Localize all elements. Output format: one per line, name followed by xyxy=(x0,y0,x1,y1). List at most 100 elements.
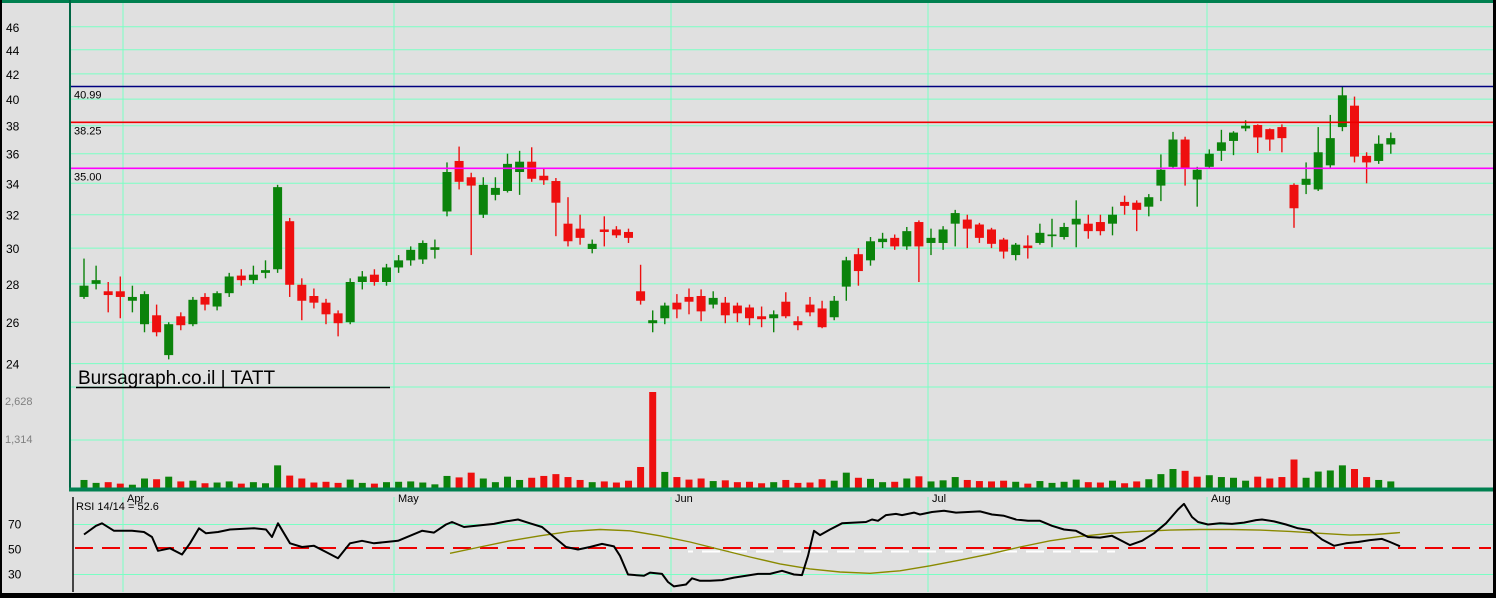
candle-body xyxy=(551,181,561,203)
candle-body xyxy=(333,313,343,324)
reference-line-label: 35.00 xyxy=(74,171,102,183)
volume-bar xyxy=(1036,481,1044,488)
candle-body xyxy=(563,223,573,242)
price-tick-label: 26 xyxy=(6,316,20,330)
candle-body xyxy=(285,221,295,285)
candle-body xyxy=(490,187,500,195)
candle-body xyxy=(394,260,404,268)
candle-body xyxy=(660,305,670,319)
volume-bar xyxy=(1363,477,1371,488)
chart-background xyxy=(0,0,1496,598)
candle-body xyxy=(841,260,851,287)
left-border xyxy=(0,0,2,598)
volume-bar xyxy=(1181,470,1189,488)
candle-body xyxy=(636,291,646,301)
candle-body xyxy=(1374,143,1384,161)
volume-bar xyxy=(746,481,753,488)
volume-bar xyxy=(189,480,197,488)
volume-bar xyxy=(141,478,148,488)
candle-body xyxy=(878,238,888,243)
rsi-indicator-label: RSI 14/14 = 52.6 xyxy=(76,501,159,513)
volume-bar xyxy=(298,478,306,488)
rsi-tick-label: 30 xyxy=(8,568,22,582)
candle-body xyxy=(950,213,960,224)
candle-body xyxy=(817,308,827,328)
volume-bar xyxy=(1060,481,1068,488)
volume-bar xyxy=(1314,471,1322,488)
candle-body xyxy=(1011,244,1021,256)
candle-body xyxy=(1168,139,1178,167)
candle-body xyxy=(1241,125,1251,129)
volume-bar xyxy=(1000,480,1008,488)
volume-bar xyxy=(576,479,584,488)
candle-body xyxy=(382,267,391,282)
candle-body xyxy=(248,274,258,281)
volume-bar xyxy=(1230,477,1237,488)
candle-body xyxy=(769,314,779,319)
price-tick-label: 40 xyxy=(6,93,20,107)
candle-body xyxy=(805,304,815,313)
volume-bar xyxy=(479,478,487,488)
volume-bar xyxy=(758,483,766,488)
volume-bar xyxy=(491,482,499,488)
price-tick-label: 28 xyxy=(6,278,20,292)
volume-bar xyxy=(395,481,403,488)
volume-bar xyxy=(1326,470,1334,488)
candle-body xyxy=(127,296,137,301)
volume-bar xyxy=(1375,479,1383,488)
volume-bar xyxy=(951,477,959,488)
candle-body xyxy=(938,229,948,243)
volume-bar xyxy=(806,482,814,488)
candle-body xyxy=(103,291,113,296)
volume-bar xyxy=(794,482,802,488)
candle-body xyxy=(720,302,730,316)
candle-body xyxy=(1253,125,1263,138)
volume-bar xyxy=(867,478,874,488)
candle-body xyxy=(418,242,428,260)
price-tick-label: 42 xyxy=(6,68,20,82)
volume-bar xyxy=(1278,477,1286,488)
volume-tick-label: 2,628 xyxy=(5,396,33,408)
volume-bar xyxy=(1157,474,1165,488)
candle-body xyxy=(212,293,222,307)
month-label: Aug xyxy=(1211,493,1231,505)
month-label: May xyxy=(398,493,419,505)
price-tick-label: 46 xyxy=(6,21,20,35)
volume-bar xyxy=(649,391,657,488)
volume-bar xyxy=(80,479,88,488)
candle-body xyxy=(188,299,198,325)
volume-bar xyxy=(552,474,560,488)
volume-bar xyxy=(383,482,390,488)
price-tick-label: 34 xyxy=(6,177,20,191)
candle-body xyxy=(575,228,585,238)
candle-body xyxy=(115,291,125,297)
volume-bar xyxy=(358,482,366,488)
volume-bar xyxy=(1072,479,1080,488)
reference-line-label: 38.25 xyxy=(74,125,102,137)
volume-bar xyxy=(685,479,693,488)
volume-bar xyxy=(1012,481,1020,488)
volume-bar xyxy=(467,472,475,488)
candle-body xyxy=(1265,129,1275,140)
candle-body xyxy=(974,224,984,238)
volume-bar xyxy=(225,481,233,488)
volume-bar xyxy=(116,483,124,488)
candle-body xyxy=(164,324,174,356)
volume-bar xyxy=(1048,482,1056,488)
volume-bar xyxy=(407,481,415,488)
volume-bar xyxy=(431,484,439,488)
volume-bar xyxy=(201,483,209,488)
candle-body xyxy=(1301,178,1311,185)
volume-tick-label: 1,314 xyxy=(5,434,33,446)
candle-body xyxy=(454,160,464,182)
price-tick-label: 44 xyxy=(6,44,20,58)
candle-body xyxy=(745,307,754,319)
candle-body xyxy=(1108,214,1117,224)
candle-body xyxy=(829,300,839,318)
volume-bar xyxy=(104,482,112,488)
candle-body xyxy=(1180,139,1190,169)
volume-bar xyxy=(249,482,257,488)
volume-bar xyxy=(1169,469,1177,488)
volume-bar xyxy=(1205,475,1213,488)
volume-bar xyxy=(588,482,596,488)
